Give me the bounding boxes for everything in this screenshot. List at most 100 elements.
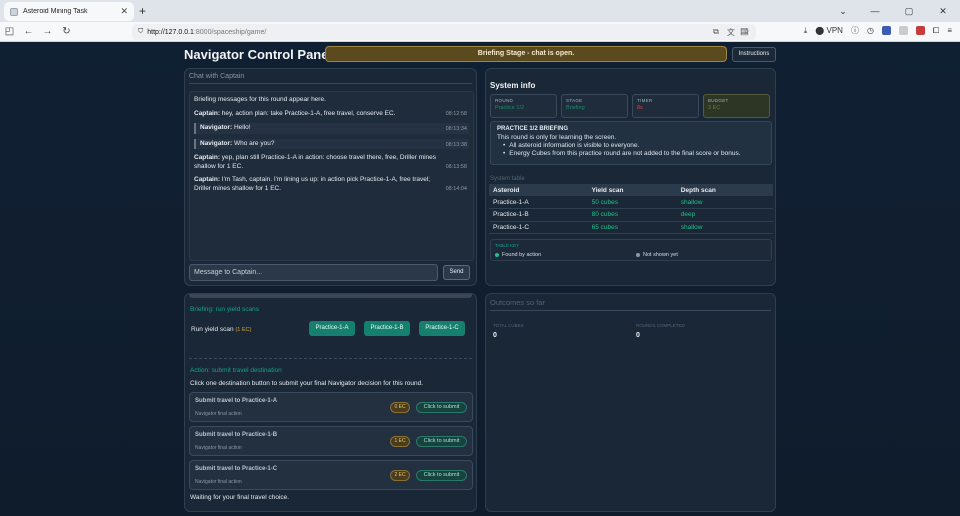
screenshot-icon[interactable]: ⧉ bbox=[713, 27, 719, 38]
stat-label: STAGE bbox=[566, 98, 583, 103]
table-header-row: Asteroid Yield scan Depth scan bbox=[489, 184, 773, 196]
window-controls: ⌄ — ▢ ✕ bbox=[828, 0, 960, 22]
legend-not-shown: Not shown yet bbox=[636, 252, 678, 258]
submit-travel-c-button[interactable]: Click to submit bbox=[416, 470, 467, 481]
back-icon[interactable]: ← bbox=[19, 26, 38, 37]
scan-practice-1-b-button[interactable]: Practice-1-B bbox=[364, 321, 410, 336]
scroll-indicator bbox=[189, 294, 472, 298]
sidebar-toggle-icon[interactable]: ◰ bbox=[0, 26, 19, 37]
vpn-button[interactable]: ⬤ VPN bbox=[815, 26, 843, 35]
not-shown-dot-icon bbox=[636, 252, 640, 257]
message-time: 08:13:34 bbox=[445, 126, 467, 132]
submit-travel-b-button[interactable]: Click to submit bbox=[416, 436, 467, 447]
travel-cost-badge: 2 EC bbox=[390, 470, 410, 481]
briefing-bullet: Energy Cubes from this practice round ar… bbox=[503, 150, 765, 158]
info-icon[interactable]: ⓘ bbox=[851, 25, 859, 36]
briefing-bullets: All asteroid information is visible to e… bbox=[503, 142, 765, 158]
instructions-button[interactable]: Instructions bbox=[732, 47, 776, 62]
message-text: hey, action plan: take Practice-1-A, fre… bbox=[220, 109, 396, 117]
close-window-icon[interactable]: ✕ bbox=[926, 0, 960, 22]
stat-value: 3 EC bbox=[708, 105, 721, 111]
chat-message: Captain: hey, action plan: take Practice… bbox=[194, 110, 469, 119]
actions-panel: Briefing: run yield scans Run yield scan… bbox=[184, 293, 477, 512]
url-bar[interactable]: ⛉ http://127.0.0.1:8000/spaceship/game/ … bbox=[132, 24, 756, 40]
translate-icon[interactable]: 文 bbox=[727, 27, 735, 38]
asteroid-cell: Practice-1-A bbox=[489, 196, 588, 209]
vpn-label: VPN bbox=[826, 26, 843, 35]
message-text: Who are you? bbox=[232, 139, 275, 147]
browser-tab[interactable]: Asteroid Mining Task ✕ bbox=[4, 2, 134, 21]
download-icon[interactable]: ⤓ bbox=[804, 26, 808, 36]
travel-option[interactable]: Submit travel to Practice-1-A Navigator … bbox=[189, 392, 473, 422]
reader-view-icon[interactable]: ▤ bbox=[740, 26, 749, 37]
stat-value: Briefing bbox=[566, 105, 585, 111]
game-page: Navigator Control Panel Briefing Stage -… bbox=[0, 42, 960, 516]
url-host: http://127.0.0.1 bbox=[147, 28, 194, 36]
table-key: TABLE KEY Found by action Not shown yet bbox=[490, 239, 772, 261]
travel-option[interactable]: Submit travel to Practice-1-C Navigator … bbox=[189, 460, 473, 490]
tab-list-icon[interactable]: ⌄ bbox=[828, 0, 858, 22]
depth-cell: shallow bbox=[676, 221, 773, 234]
chat-message: Captain: yep, plan still Practice-1-A in… bbox=[194, 154, 469, 171]
menu-icon[interactable]: ≡ bbox=[947, 26, 952, 35]
favicon-icon bbox=[10, 7, 18, 16]
chat-intro: Briefing messages for this round appear … bbox=[194, 96, 469, 105]
browser-tabstrip: Asteroid Mining Task ✕ + ⌄ — ▢ ✕ bbox=[0, 0, 960, 22]
briefing-title: PRACTICE 1/2 BRIEFING bbox=[497, 126, 569, 132]
extension-grid-icon[interactable] bbox=[898, 26, 908, 35]
forward-icon[interactable]: → bbox=[38, 26, 57, 37]
puzzle-icon[interactable]: ⧠ bbox=[933, 26, 939, 36]
yield-scan-text: Run yield scan bbox=[191, 326, 234, 333]
page-title: Navigator Control Panel bbox=[184, 47, 333, 62]
yield-cell: 80 cubes bbox=[587, 208, 677, 222]
stat-label: ROUND bbox=[495, 98, 513, 103]
outcomes-title: Outcomes so far bbox=[490, 298, 546, 307]
column-header: Yield scan bbox=[587, 184, 677, 196]
yield-scan-cost: (1 EC) bbox=[235, 327, 252, 333]
chat-intro-text: Briefing messages for this round appear … bbox=[194, 96, 326, 103]
clock-icon[interactable]: ◷ bbox=[867, 26, 874, 35]
chat-message-input[interactable]: Message to Captain... bbox=[189, 264, 438, 281]
minimize-icon[interactable]: — bbox=[858, 0, 892, 22]
travel-subtitle: Navigator final action bbox=[195, 411, 242, 417]
chat-title: Chat with Captain bbox=[189, 73, 245, 80]
stat-budget: BUDGET 3 EC bbox=[703, 94, 770, 118]
system-info-panel: System info ROUND Practice 1/2 STAGE Bri… bbox=[485, 68, 776, 286]
travel-cost-badge: 1 EC bbox=[390, 436, 410, 447]
rounds-completed-value: 0 bbox=[636, 332, 640, 339]
scan-practice-1-a-button[interactable]: Practice-1-A bbox=[309, 321, 355, 336]
url-text: http://127.0.0.1:8000/spaceship/game/ bbox=[147, 29, 709, 36]
message-text: yep, plan still Practice-1-A in action: … bbox=[194, 154, 437, 170]
submit-travel-a-button[interactable]: Click to submit bbox=[416, 402, 467, 413]
system-table: Asteroid Yield scan Depth scan Practice-… bbox=[489, 184, 773, 234]
message-text: I'm Tash, captain. I'm lining us up: in … bbox=[194, 176, 431, 192]
tab-title: Asteroid Mining Task bbox=[23, 8, 88, 15]
table-key-title: TABLE KEY bbox=[495, 243, 520, 248]
depth-cell: deep bbox=[676, 208, 773, 222]
total-cubes-value: 0 bbox=[493, 332, 497, 339]
column-header: Depth scan bbox=[676, 184, 773, 196]
travel-option[interactable]: Submit travel to Practice-1-B Navigator … bbox=[189, 426, 473, 456]
close-tab-icon[interactable]: ✕ bbox=[120, 6, 128, 17]
shield-icon[interactable] bbox=[915, 26, 925, 35]
stat-label: TIMER bbox=[637, 98, 653, 103]
scan-practice-1-c-button[interactable]: Practice-1-C bbox=[419, 321, 465, 336]
chat-panel: Chat with Captain Briefing messages for … bbox=[184, 68, 477, 286]
message-list[interactable]: Briefing messages for this round appear … bbox=[189, 91, 474, 261]
briefing-bullet: All asteroid information is visible to e… bbox=[503, 142, 765, 150]
new-tab-icon[interactable]: + bbox=[139, 4, 146, 18]
maximize-icon[interactable]: ▢ bbox=[892, 0, 926, 22]
yield-cell: 65 cubes bbox=[587, 221, 677, 234]
extension-blue-icon[interactable] bbox=[881, 26, 891, 35]
message-time: 08:12:58 bbox=[445, 110, 467, 117]
divider bbox=[189, 83, 472, 84]
found-dot-icon bbox=[495, 252, 499, 257]
travel-subtitle: Navigator final action bbox=[195, 445, 242, 451]
reload-icon[interactable]: ↻ bbox=[57, 26, 76, 37]
site-info-icon[interactable]: ⛉ bbox=[138, 28, 143, 36]
yield-cell: 50 cubes bbox=[587, 196, 677, 209]
send-button[interactable]: Send bbox=[443, 265, 470, 280]
briefing-line: This round is only for learning the scre… bbox=[497, 134, 617, 141]
legend-found-label: Found by action bbox=[502, 252, 542, 258]
table-row: Practice-1-B 80 cubes deep bbox=[489, 208, 773, 222]
